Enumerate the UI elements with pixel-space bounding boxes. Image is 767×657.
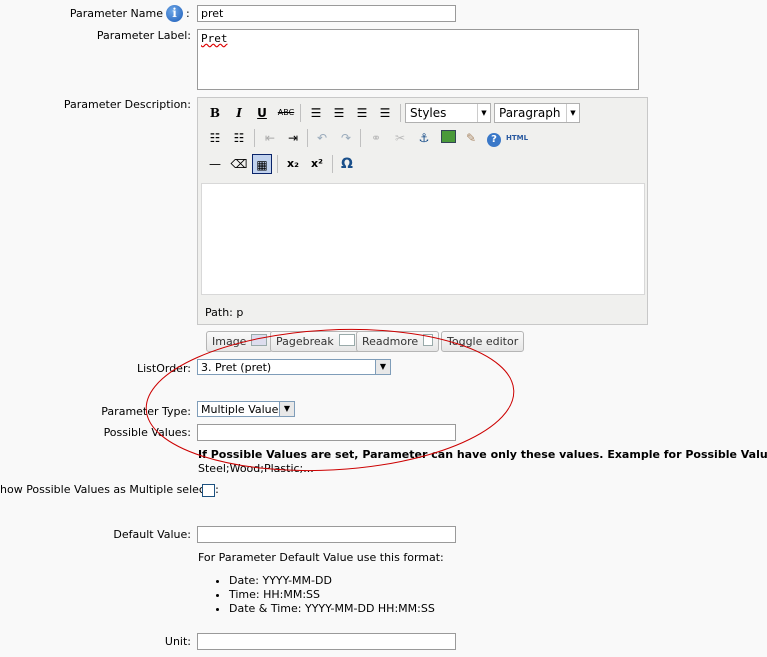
align-left-icon[interactable]: ☰	[306, 103, 326, 123]
insert-readmore-button[interactable]: Readmore	[356, 331, 440, 352]
document-icon	[423, 334, 434, 346]
parameter-name-label: Parameter Name	[69, 7, 163, 20]
link-icon[interactable]: ⚭	[366, 128, 386, 148]
undo-icon[interactable]: ↶	[312, 128, 332, 148]
toolbar-separator	[277, 155, 278, 173]
list-order-value: 3. Pret (pret)	[201, 361, 272, 374]
format-list: Date: YYYY-MM-DD Time: HH:MM:SS Date & T…	[207, 574, 435, 616]
insert-pagebreak-label: Pagebreak	[276, 335, 334, 348]
numbered-list-icon[interactable]: ☷	[229, 128, 249, 148]
unit-input[interactable]	[197, 633, 456, 650]
possible-values-example: Steel;Wood;Plastic;...	[198, 462, 314, 475]
align-justify-icon[interactable]: ☰	[375, 103, 395, 123]
underline-button[interactable]: U	[252, 103, 272, 123]
outdent-icon[interactable]: ⇤	[260, 128, 280, 148]
eraser-icon[interactable]: ⌫	[229, 154, 249, 174]
chevron-down-icon: ▼	[566, 104, 579, 122]
toolbar-separator	[300, 104, 301, 122]
align-right-icon[interactable]: ☰	[352, 103, 372, 123]
parameter-type-value: Multiple Values	[201, 403, 285, 416]
parameter-name-colon: :	[186, 7, 190, 20]
parameter-type-label: Parameter Type:	[101, 405, 191, 418]
multi-select-label: how Possible Values as Multiple select?:	[0, 483, 219, 496]
align-center-icon[interactable]: ☰	[329, 103, 349, 123]
editor-path: Path: p	[205, 306, 244, 319]
help-icon[interactable]: ?	[484, 128, 504, 148]
parameter-label-label: Parameter Label:	[96, 29, 191, 42]
bullet-list-icon[interactable]: ☷	[205, 128, 225, 148]
format-dropdown[interactable]: Paragraph ▼	[494, 103, 580, 123]
table-icon[interactable]: ▦	[252, 154, 272, 174]
parameter-name-input[interactable]: pret	[197, 5, 456, 22]
insert-pagebreak-button[interactable]: Pagebreak	[270, 331, 361, 352]
possible-values-input[interactable]	[197, 424, 456, 441]
parameter-label-textarea[interactable]: Pret	[197, 29, 639, 90]
indent-icon[interactable]: ⇥	[283, 128, 303, 148]
parameter-description-label: Parameter Description:	[63, 98, 191, 111]
parameter-type-select[interactable]: Multiple Values ▼	[197, 401, 295, 417]
unlink-icon[interactable]: ✂	[390, 128, 410, 148]
toolbar-separator	[332, 155, 333, 173]
styles-dropdown[interactable]: Styles ▼	[405, 103, 491, 123]
editor-content-area[interactable]	[201, 183, 645, 295]
insert-image-button[interactable]: Image	[206, 331, 274, 352]
info-icon[interactable]: i	[166, 5, 183, 22]
image-icon[interactable]	[438, 128, 458, 148]
strikethrough-button[interactable]: ABC	[276, 103, 296, 123]
toolbar-separator	[254, 129, 255, 147]
toolbar-separator	[307, 129, 308, 147]
special-character-button[interactable]: Ω	[337, 154, 357, 174]
chevron-down-icon: ▼	[477, 104, 490, 122]
multi-select-checkbox[interactable]	[202, 484, 215, 497]
html-source-button[interactable]: HTML	[505, 128, 529, 148]
parameter-label-text: Pret	[201, 32, 228, 45]
list-item: Time: HH:MM:SS	[229, 588, 435, 602]
default-value-input[interactable]	[197, 526, 456, 543]
possible-values-hint: If Possible Values are set, Parameter ca…	[198, 448, 767, 461]
image-icon	[251, 334, 268, 346]
format-dropdown-label: Paragraph	[499, 106, 561, 120]
list-order-select[interactable]: 3. Pret (pret) ▼	[197, 359, 391, 375]
rich-text-editor: B I U ABC ☰ ☰ ☰ ☰ Styles ▼ Paragraph ▼ ☷ ☷…	[197, 97, 648, 325]
toolbar-separator	[400, 104, 401, 122]
horizontal-rule-icon[interactable]: —	[205, 154, 225, 174]
default-value-label: Default Value:	[113, 528, 191, 541]
insert-image-label: Image	[212, 335, 247, 348]
chevron-down-icon: ▼	[375, 360, 390, 374]
anchor-icon[interactable]: ⚓	[414, 128, 434, 148]
bold-button[interactable]: B	[205, 103, 225, 123]
unit-label: Unit:	[164, 635, 191, 648]
chevron-down-icon: ▼	[279, 402, 294, 416]
list-order-label: ListOrder:	[136, 362, 191, 375]
redo-icon[interactable]: ↷	[336, 128, 356, 148]
styles-dropdown-label: Styles	[410, 106, 447, 120]
list-item: Date: YYYY-MM-DD	[229, 574, 435, 588]
subscript-button[interactable]: x₂	[283, 154, 303, 174]
superscript-button[interactable]: x²	[307, 154, 327, 174]
possible-values-label: Possible Values:	[103, 426, 191, 439]
list-item: Date & Time: YYYY-MM-DD HH:MM:SS	[229, 602, 435, 616]
default-format-intro: For Parameter Default Value use this for…	[198, 551, 444, 564]
toggle-editor-button[interactable]: Toggle editor	[441, 331, 525, 352]
italic-button[interactable]: I	[229, 103, 249, 123]
page-icon	[338, 334, 355, 346]
toolbar-separator	[360, 129, 361, 147]
insert-readmore-label: Readmore	[362, 335, 419, 348]
cleanup-brush-icon[interactable]: ✎	[461, 128, 481, 148]
